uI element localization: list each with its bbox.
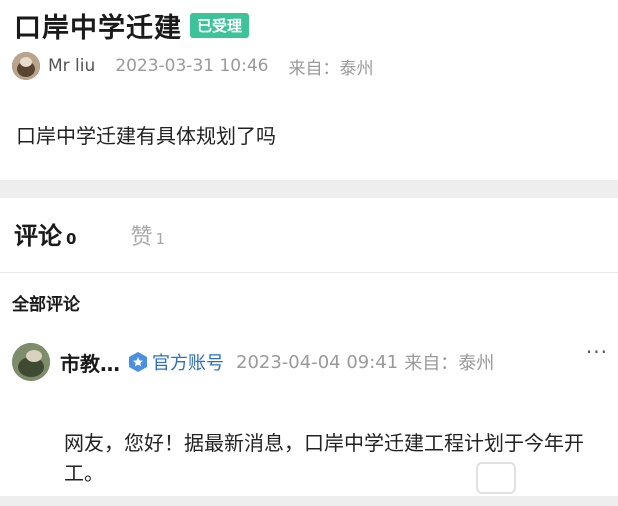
verified-icon: [129, 352, 147, 372]
post-date: 2023-03-31 10:46: [115, 56, 269, 76]
bottom-divider: [0, 496, 618, 506]
post-body: 口岸中学迁建有具体规划了吗: [16, 124, 276, 148]
commenter-avatar[interactable]: [12, 343, 50, 381]
section-divider: [0, 180, 618, 198]
post-meta: Mr liu 2023-03-31 10:46 来自：泰州: [12, 52, 373, 80]
watermark-icon: [476, 462, 516, 494]
tab-divider: [0, 272, 618, 273]
post-header: 口岸中学迁建 已受理: [14, 6, 250, 45]
comment-body: 网友，您好！据最新消息，口岸中学迁建工程计划于今年开工。: [64, 431, 584, 485]
commenter-name[interactable]: 市教…: [60, 348, 120, 377]
verified-badge: 官方账号: [128, 349, 224, 375]
author-name[interactable]: Mr liu: [48, 56, 95, 76]
post-source: 来自：泰州: [288, 58, 374, 79]
tab-bar: 评论 0 赞 1: [14, 216, 165, 251]
author-avatar[interactable]: [12, 52, 40, 80]
more-options-button[interactable]: ···: [586, 340, 608, 364]
verified-label: 官方账号: [152, 353, 224, 374]
comments-count: 0: [66, 230, 77, 248]
likes-count: 1: [155, 230, 165, 248]
comment-source: 来自：泰州: [404, 353, 495, 374]
status-badge: 已受理: [190, 13, 250, 38]
comment-header: 市教… 官方账号 2023-04-04 09:41 来自：泰州: [12, 343, 612, 381]
post-title: 口岸中学迁建: [14, 13, 182, 44]
comment-date: 2023-04-04 09:41: [236, 351, 399, 373]
tab-comments[interactable]: 评论: [14, 216, 62, 251]
all-comments-heading: 全部评论: [12, 295, 80, 315]
watermark-logo: [476, 462, 516, 494]
tab-likes[interactable]: 赞: [130, 219, 152, 251]
